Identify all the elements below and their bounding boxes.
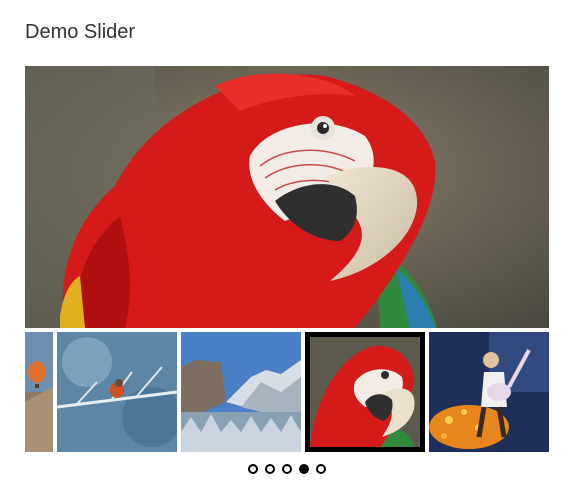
pagination-dot-2[interactable]	[264, 464, 275, 474]
pagination-dot-3[interactable]	[281, 464, 292, 474]
main-slide-image[interactable]	[25, 66, 549, 328]
pagination-dot-1[interactable]	[247, 464, 258, 474]
parrot-icon	[310, 337, 420, 447]
macaw-image	[25, 66, 549, 328]
thumbnail-yosemite[interactable]	[181, 332, 301, 452]
pagination-dots	[0, 464, 573, 476]
pagination-dot-4[interactable]	[298, 464, 309, 474]
snowy-mountains-icon	[181, 332, 301, 452]
thumbnail-coco[interactable]	[429, 332, 549, 452]
guitar-figure-icon	[429, 332, 549, 452]
thumbnail-balloon[interactable]	[25, 332, 53, 452]
thumbnail-robin[interactable]	[57, 332, 177, 452]
thumbnail-macaw[interactable]	[305, 332, 425, 452]
hot-air-balloon-icon	[25, 332, 53, 452]
pagination-dot-5[interactable]	[315, 464, 326, 474]
bird-on-branch-icon	[57, 332, 177, 452]
thumbnail-strip	[25, 332, 549, 452]
page-title: Demo Slider	[25, 21, 136, 43]
